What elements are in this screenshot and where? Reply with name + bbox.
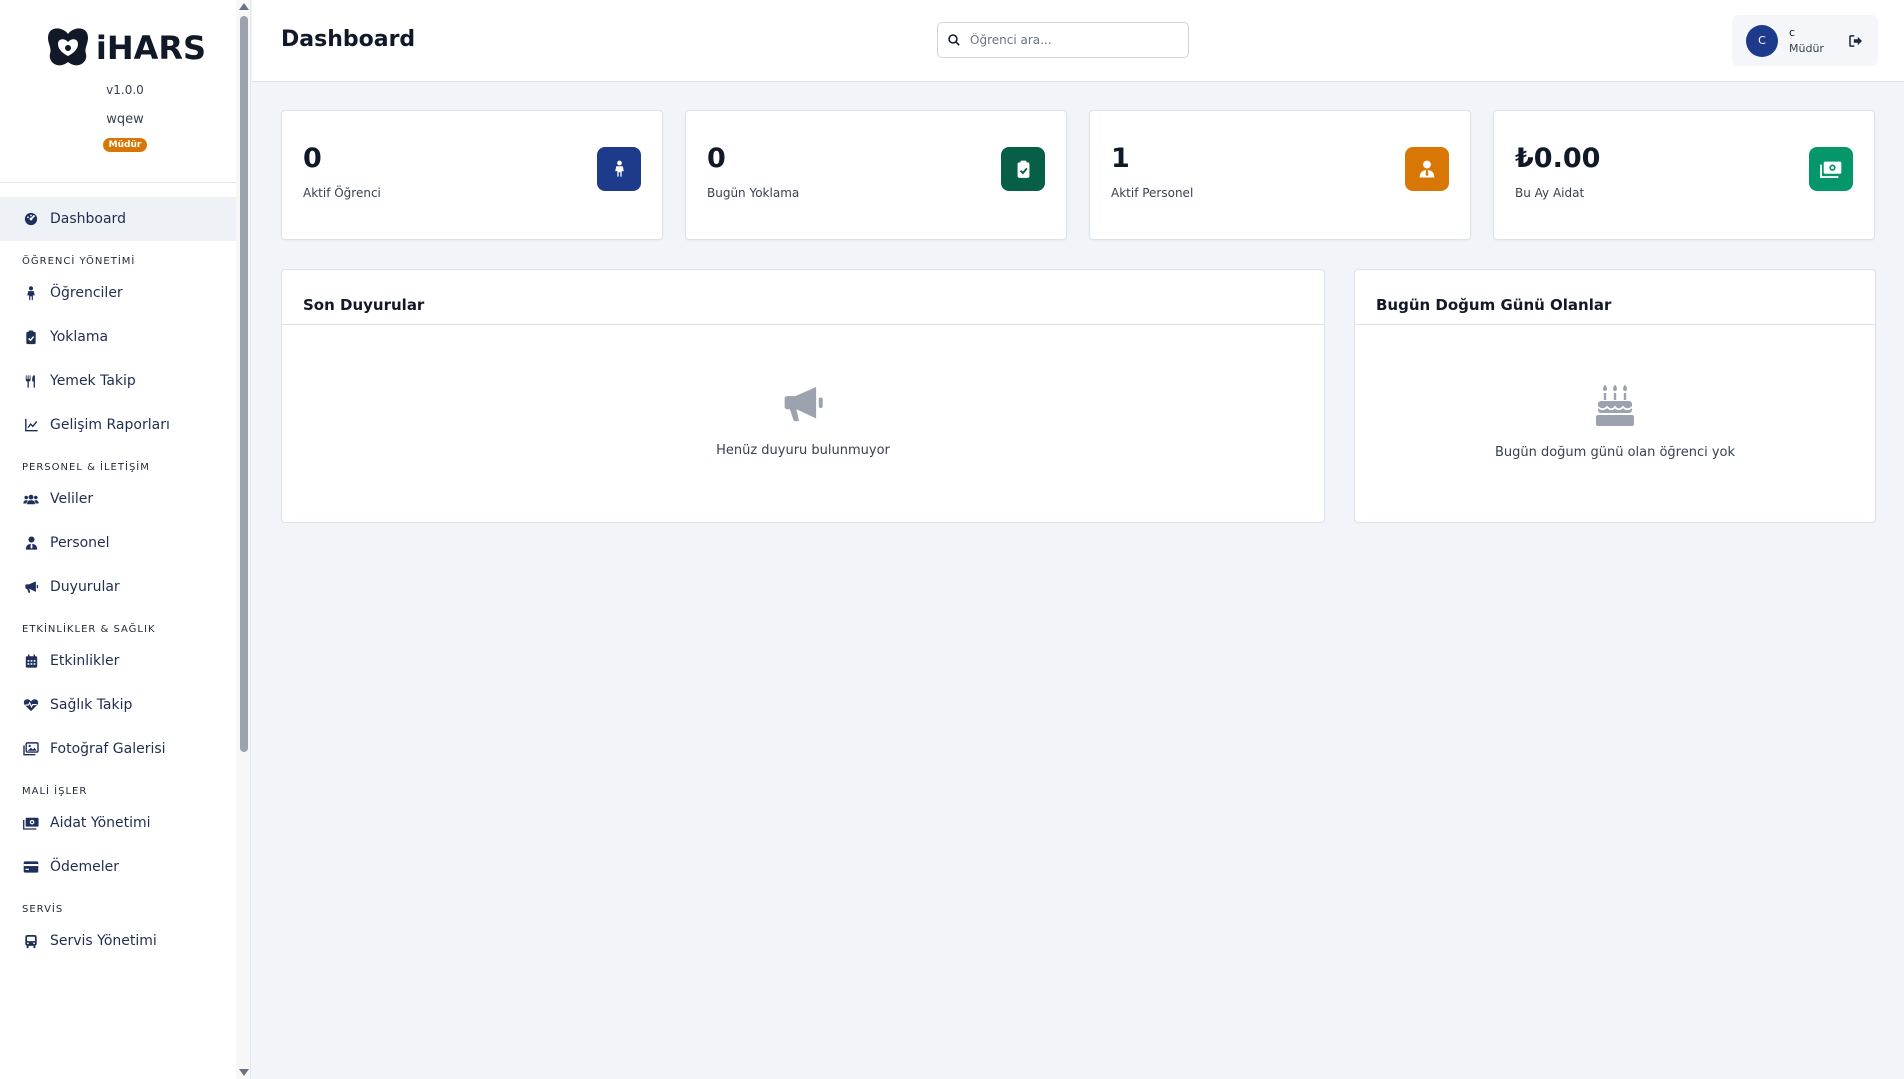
dashboard-icon: [23, 211, 39, 227]
stat-label: Aktif Öğrenci: [303, 186, 381, 200]
stat-card-monthly-fees: ₺0.00 Bu Ay Aidat: [1493, 110, 1875, 240]
nav-section-ogrenci: ÖĞRENCİ YÖNETİMİ: [22, 256, 136, 267]
sidebar-item-servis[interactable]: Servis Yönetimi: [0, 919, 236, 963]
stat-label: Bu Ay Aidat: [1515, 186, 1585, 200]
sidebar-item-label: Yemek Takip: [50, 373, 136, 389]
user-tie-icon: [1405, 147, 1449, 191]
sidebar-item-label: Dashboard: [50, 211, 126, 227]
clipboard-check-icon: [23, 329, 39, 345]
sidebar-item-label: Sağlık Takip: [50, 697, 133, 713]
announcements-empty-state: Henüz duyuru bulunmuyor: [282, 325, 1324, 458]
money-bill-icon: [23, 815, 39, 831]
sidebar-item-dashboard[interactable]: Dashboard: [0, 197, 236, 241]
sidebar-item-label: Ödemeler: [50, 859, 120, 875]
stat-card-active-students: 0 Aktif Öğrenci: [281, 110, 663, 240]
panel-title: Son Duyurular: [282, 270, 1324, 325]
sidebar-item-label: Personel: [50, 535, 110, 551]
sidebar-item-yoklama[interactable]: Yoklama: [0, 315, 236, 359]
sidebar-item-saglik[interactable]: Sağlık Takip: [0, 683, 236, 727]
sidebar-item-label: Gelişim Raporları: [50, 417, 170, 433]
sidebar-item-label: Duyurular: [50, 579, 120, 595]
app-version: v1.0.0: [106, 83, 144, 97]
stat-value: 0: [303, 143, 322, 174]
stat-value: 0: [707, 143, 726, 174]
bus-icon: [23, 933, 39, 949]
user-menu[interactable]: C c Müdür: [1732, 15, 1878, 66]
nav-section-servis: SERVİS: [22, 904, 64, 915]
sidebar-nav: Dashboard ÖĞRENCİ YÖNETİMİ Öğrenciler Yo…: [0, 197, 236, 963]
stat-card-active-staff: 1 Aktif Personel: [1089, 110, 1471, 240]
scroll-thumb[interactable]: [240, 16, 248, 752]
nav-section-mali: MALİ İŞLER: [22, 786, 88, 797]
sidebar-item-odemeler[interactable]: Ödemeler: [0, 845, 236, 889]
child-icon: [23, 285, 39, 301]
panel-title: Bugün Doğum Günü Olanlar: [1355, 270, 1875, 325]
megaphone-icon: [781, 383, 825, 429]
empty-text: Henüz duyuru bulunmuyor: [716, 443, 890, 458]
role-badge: Müdür: [102, 138, 148, 152]
sidebar-item-label: Etkinlikler: [50, 653, 120, 669]
calendar-icon: [23, 653, 39, 669]
birthdays-empty-state: Bugün doğum günü olan öğrenci yok: [1355, 325, 1875, 460]
search-input[interactable]: [970, 33, 1170, 47]
user-role: Müdür: [1789, 42, 1824, 55]
app-logo[interactable]: iHARS: [44, 25, 206, 71]
empty-text: Bugün doğum günü olan öğrenci yok: [1494, 445, 1736, 460]
sidebar-item-etkinlikler[interactable]: Etkinlikler: [0, 639, 236, 683]
credit-card-icon: [23, 859, 39, 875]
stat-card-today-attendance: 0 Bugün Yoklama: [685, 110, 1067, 240]
avatar[interactable]: C: [1746, 24, 1778, 57]
scroll-up-icon[interactable]: [239, 3, 249, 10]
stat-label: Aktif Personel: [1111, 186, 1194, 200]
sidebar-item-yemek[interactable]: Yemek Takip: [0, 359, 236, 403]
child-icon: [597, 147, 641, 191]
birthday-cake-icon: [1595, 383, 1635, 431]
sidebar-item-label: Fotoğraf Galerisi: [50, 741, 166, 757]
sidebar-item-duyurular[interactable]: Duyurular: [0, 565, 236, 609]
announcements-panel: Son Duyurular Henüz duyuru bulunmuyor: [281, 269, 1325, 523]
heartbeat-icon: [23, 697, 39, 713]
stat-value: ₺0.00: [1515, 143, 1601, 174]
sidebar-brand: iHARS v1.0.0 wqew Müdür: [0, 0, 250, 183]
sidebar-item-galeri[interactable]: Fotoğraf Galerisi: [0, 727, 236, 771]
sidebar-item-veliler[interactable]: Veliler: [0, 477, 236, 521]
stat-value: 1: [1111, 143, 1130, 174]
sidebar-item-label: Öğrenciler: [50, 285, 123, 301]
stat-label: Bugün Yoklama: [707, 186, 800, 200]
sidebar-scrollbar[interactable]: [236, 0, 250, 1079]
sidebar: iHARS v1.0.0 wqew Müdür Dashboard ÖĞRENC…: [0, 0, 251, 1079]
app-name: iHARS: [95, 29, 207, 67]
sidebar-item-personel[interactable]: Personel: [0, 521, 236, 565]
clipboard-check-icon: [1001, 147, 1045, 191]
birthdays-panel: Bugün Doğum Günü Olanlar Bugün doğum gün…: [1354, 269, 1876, 523]
scroll-down-icon[interactable]: [239, 1069, 249, 1076]
sidebar-item-aidat[interactable]: Aidat Yönetimi: [0, 801, 236, 845]
sidebar-item-ogrenciler[interactable]: Öğrenciler: [0, 271, 236, 315]
logo-mark-icon: [47, 28, 88, 66]
utensils-icon: [23, 373, 39, 389]
sidebar-item-label: Veliler: [50, 491, 94, 507]
search-box[interactable]: [937, 22, 1189, 58]
top-header: Dashboard C c Müdür: [252, 0, 1904, 82]
sidebar-item-label: Yoklama: [50, 329, 109, 345]
sidebar-item-gelisim[interactable]: Gelişim Raporları: [0, 403, 236, 447]
money-bill-icon: [1809, 147, 1853, 191]
user-info: c Müdür: [1789, 26, 1824, 55]
search-icon: [948, 31, 960, 50]
chart-line-icon: [23, 417, 39, 433]
sidebar-item-label: Servis Yönetimi: [50, 933, 157, 949]
images-icon: [23, 741, 39, 757]
user-tie-icon: [23, 535, 39, 551]
megaphone-icon: [23, 579, 39, 595]
logout-icon[interactable]: [1848, 33, 1864, 49]
user-name: c: [1789, 26, 1796, 39]
nav-section-etkinlik: ETKİNLİKLER & SAĞLIK: [22, 624, 156, 635]
page-title: Dashboard: [281, 27, 416, 52]
sidebar-item-label: Aidat Yönetimi: [50, 815, 151, 831]
users-icon: [23, 491, 39, 507]
school-name: wqew: [106, 112, 144, 127]
nav-section-personel: PERSONEL & İLETİŞİM: [22, 462, 150, 473]
